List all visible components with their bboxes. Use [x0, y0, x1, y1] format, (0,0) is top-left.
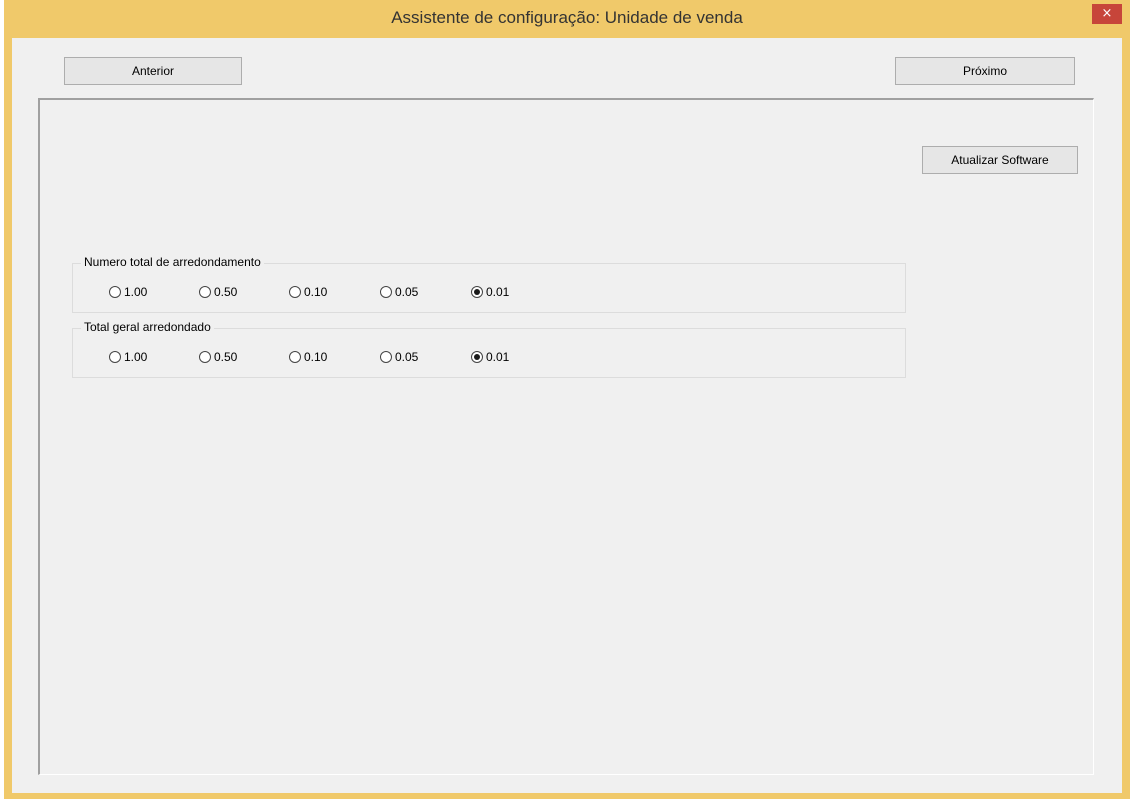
radio-option[interactable]: 0.01: [471, 284, 509, 300]
radio-option[interactable]: 0.05: [380, 349, 418, 365]
radio-label: 0.10: [304, 350, 328, 364]
radio-label: 0.01: [486, 350, 510, 364]
radio-label: 0.50: [214, 350, 238, 364]
radio-label: 0.05: [395, 285, 419, 299]
radio-circle-icon[interactable]: [380, 351, 392, 363]
radio-option[interactable]: 0.10: [289, 284, 327, 300]
radio-circle-icon[interactable]: [471, 351, 483, 363]
radio-circle-icon[interactable]: [109, 286, 121, 298]
radio-label: 0.01: [486, 285, 510, 299]
previous-button[interactable]: Anterior: [64, 57, 242, 85]
radio-label: 0.10: [304, 285, 328, 299]
radio-option[interactable]: 0.50: [199, 284, 237, 300]
radio-label: 0.50: [214, 285, 238, 299]
radio-option[interactable]: 0.10: [289, 349, 327, 365]
client-area: Anterior Próximo Atualizar Software Nume…: [12, 38, 1122, 793]
title-bar[interactable]: Assistente de configuração: Unidade de v…: [4, 0, 1130, 38]
radio-circle-icon[interactable]: [471, 286, 483, 298]
radio-label: 1.00: [124, 285, 148, 299]
wizard-window: Assistente de configuração: Unidade de v…: [4, 0, 1130, 799]
radio-option[interactable]: 0.01: [471, 349, 509, 365]
grand-total-rounded-group: Total geral arredondado 1.00 0.50 0.10 0…: [72, 320, 906, 378]
radio-option[interactable]: 0.50: [199, 349, 237, 365]
radio-option[interactable]: 0.05: [380, 284, 418, 300]
radio-circle-icon[interactable]: [380, 286, 392, 298]
next-button[interactable]: Próximo: [895, 57, 1075, 85]
radio-label: 1.00: [124, 350, 148, 364]
radio-circle-icon[interactable]: [289, 351, 301, 363]
radio-option[interactable]: 1.00: [109, 284, 147, 300]
rounding-total-group: Numero total de arredondamento 1.00 0.50…: [72, 255, 906, 313]
radio-circle-icon[interactable]: [199, 286, 211, 298]
radio-option[interactable]: 1.00: [109, 349, 147, 365]
group-legend: Total geral arredondado: [81, 320, 214, 334]
radio-circle-icon[interactable]: [289, 286, 301, 298]
close-button[interactable]: ×: [1092, 4, 1122, 24]
close-icon: ×: [1101, 6, 1113, 21]
content-panel: Atualizar Software Numero total de arred…: [38, 98, 1094, 775]
update-software-button[interactable]: Atualizar Software: [922, 146, 1078, 174]
group-legend: Numero total de arredondamento: [81, 255, 264, 269]
radio-circle-icon[interactable]: [109, 351, 121, 363]
radio-label: 0.05: [395, 350, 419, 364]
radio-circle-icon[interactable]: [199, 351, 211, 363]
window-title: Assistente de configuração: Unidade de v…: [391, 8, 743, 27]
